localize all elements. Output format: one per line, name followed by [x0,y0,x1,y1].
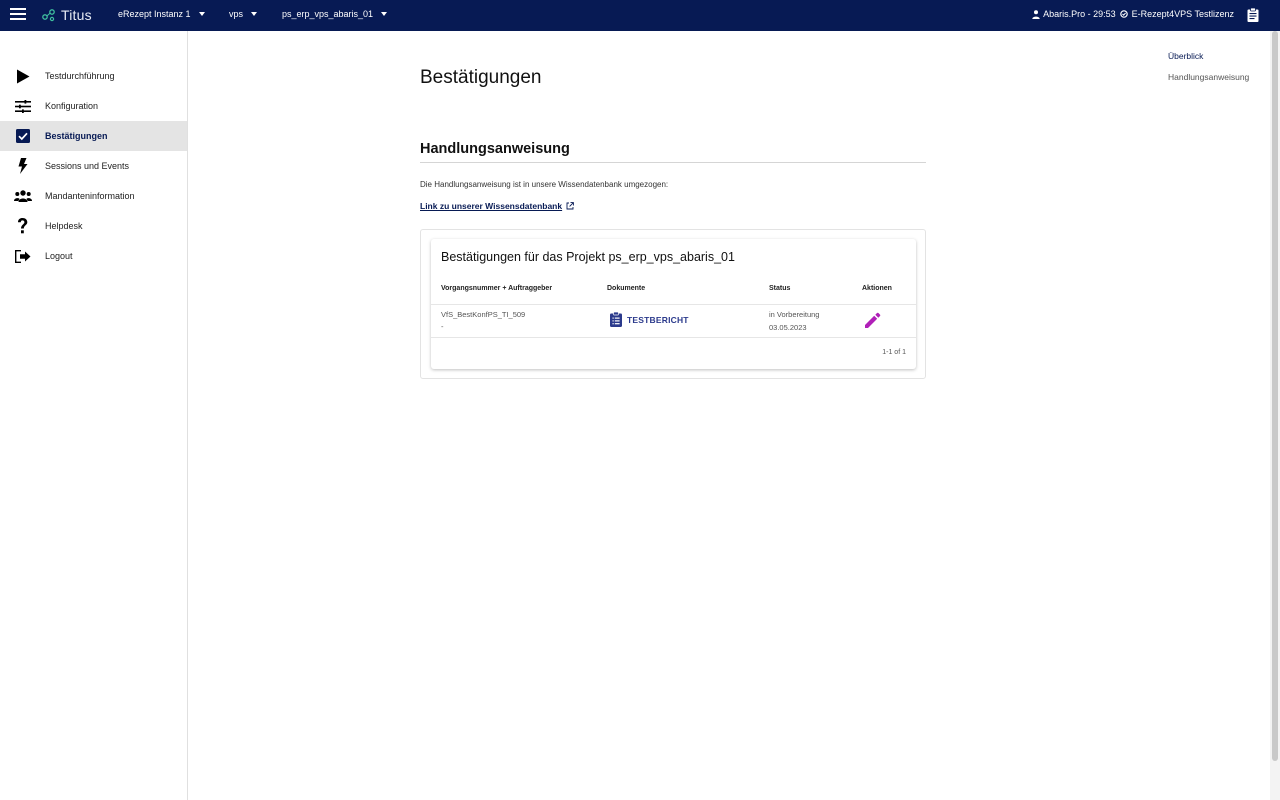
play-icon [0,69,45,84]
knowledge-base-link[interactable]: Link zu unserer Wissensdatenbank [420,201,574,211]
logout-icon [0,249,45,263]
section-divider [420,162,926,163]
table-of-contents: Überblick Handlungsanweisung [1168,51,1249,93]
info-text: Die Handlungsanweisung ist in unsere Wis… [420,180,669,189]
scrollbar-thumb[interactable] [1272,31,1278,761]
table-divider [431,337,916,338]
instance-select-value: eRezept Instanz 1 [118,9,191,19]
sidebar-item-label: Logout [45,251,73,261]
sidebar-item-helpdesk[interactable]: Helpdesk [0,211,187,241]
sidebar-item-konfiguration[interactable]: Konfiguration [0,91,187,121]
chevron-down-icon [198,12,205,16]
column-header-aktionen[interactable]: Aktionen [862,285,892,292]
sidebar-item-label: Testdurchführung [45,71,115,81]
person-icon [1032,9,1040,19]
toc-item-ueberblick[interactable]: Überblick [1168,51,1249,61]
column-header-vorgangsnummer[interactable]: Vorgangsnummer + Auftraggeber [441,285,552,292]
bolt-icon [0,158,45,174]
card-title: Bestätigungen für das Projekt ps_erp_vps… [441,250,735,264]
vorgangsnummer-cell: VfS_BestKonfPS_TI_509 [441,310,526,319]
table-divider [431,304,916,305]
sidebar-item-label: Konfiguration [45,101,99,111]
page-title: Bestätigungen [420,67,542,88]
app-name: Titus [61,7,92,23]
clipboard-document-icon [610,312,622,327]
project-select[interactable]: ps_erp_vps_abaris_01 [282,9,388,19]
status-date-cell: 03.05.2023 [769,323,807,332]
column-header-dokumente[interactable]: Dokumente [607,285,645,292]
auftraggeber-cell: - [441,322,444,331]
edit-pencil-icon[interactable] [864,312,881,329]
clipboard-icon[interactable] [1247,8,1259,22]
chevron-down-icon [251,12,258,16]
product-select-value: vps [229,9,244,19]
license-text: E-Rezept4VPS Testlizenz [1131,9,1234,19]
chevron-down-icon [381,12,388,16]
sidebar-item-label: Bestätigungen [45,131,108,141]
page-scrollbar[interactable] [1270,31,1280,800]
project-select-value: ps_erp_vps_abaris_01 [282,9,374,19]
document-label: TESTBERICHT [627,314,689,325]
sidebar-item-mandanteninformation[interactable]: Mandanteninformation [0,181,187,211]
user-session-info: Abaris.Pro - 29:53 E-Rezept4VPS Testlize… [1032,9,1234,19]
column-header-status[interactable]: Status [769,285,790,292]
hamburger-menu-icon[interactable] [10,8,26,22]
toc-item-handlungsanweisung[interactable]: Handlungsanweisung [1168,72,1249,82]
app-logo[interactable]: Titus [42,7,92,23]
main-content: Bestätigungen Handlungsanweisung Die Han… [188,31,1270,800]
sidebar-item-sessions-events[interactable]: Sessions und Events [0,151,187,181]
license-shield-icon [1119,10,1128,18]
sidebar-item-label: Mandanteninformation [45,191,135,201]
top-app-bar: Titus eRezept Instanz 1 vps ps_erp_vps_a… [0,0,1280,31]
knowledge-base-link-label: Link zu unserer Wissensdatenbank [420,201,563,211]
testbericht-document-button[interactable]: TESTBERICHT [610,312,689,327]
question-icon [0,218,45,234]
checkbox-icon [0,129,45,143]
product-select[interactable]: vps [229,9,258,19]
sidebar-item-logout[interactable]: Logout [0,241,187,271]
tune-icon [0,99,45,113]
user-session-text: Abaris.Pro - 29:53 [1043,9,1116,19]
sidebar-item-bestaetigungen[interactable]: Bestätigungen [0,121,187,151]
titus-logo-icon [42,9,55,22]
confirmations-container: Bestätigungen für das Projekt ps_erp_vps… [420,229,926,379]
section-title: Handlungsanweisung [420,141,570,157]
sidebar-item-label: Sessions und Events [45,161,130,171]
external-link-icon [566,202,574,210]
pagination-info: 1-1 of 1 [882,349,906,356]
sidebar: Testdurchführung Konfiguration Bestätigu… [0,31,188,800]
confirmations-card: Bestätigungen für das Projekt ps_erp_vps… [431,239,916,369]
instance-select[interactable]: eRezept Instanz 1 [118,9,205,19]
people-icon [0,190,45,202]
sidebar-nav: Testdurchführung Konfiguration Bestätigu… [0,61,187,271]
sidebar-item-testdurchfuehrung[interactable]: Testdurchführung [0,61,187,91]
status-cell: in Vorbereitung [769,310,820,319]
sidebar-item-label: Helpdesk [45,221,83,231]
